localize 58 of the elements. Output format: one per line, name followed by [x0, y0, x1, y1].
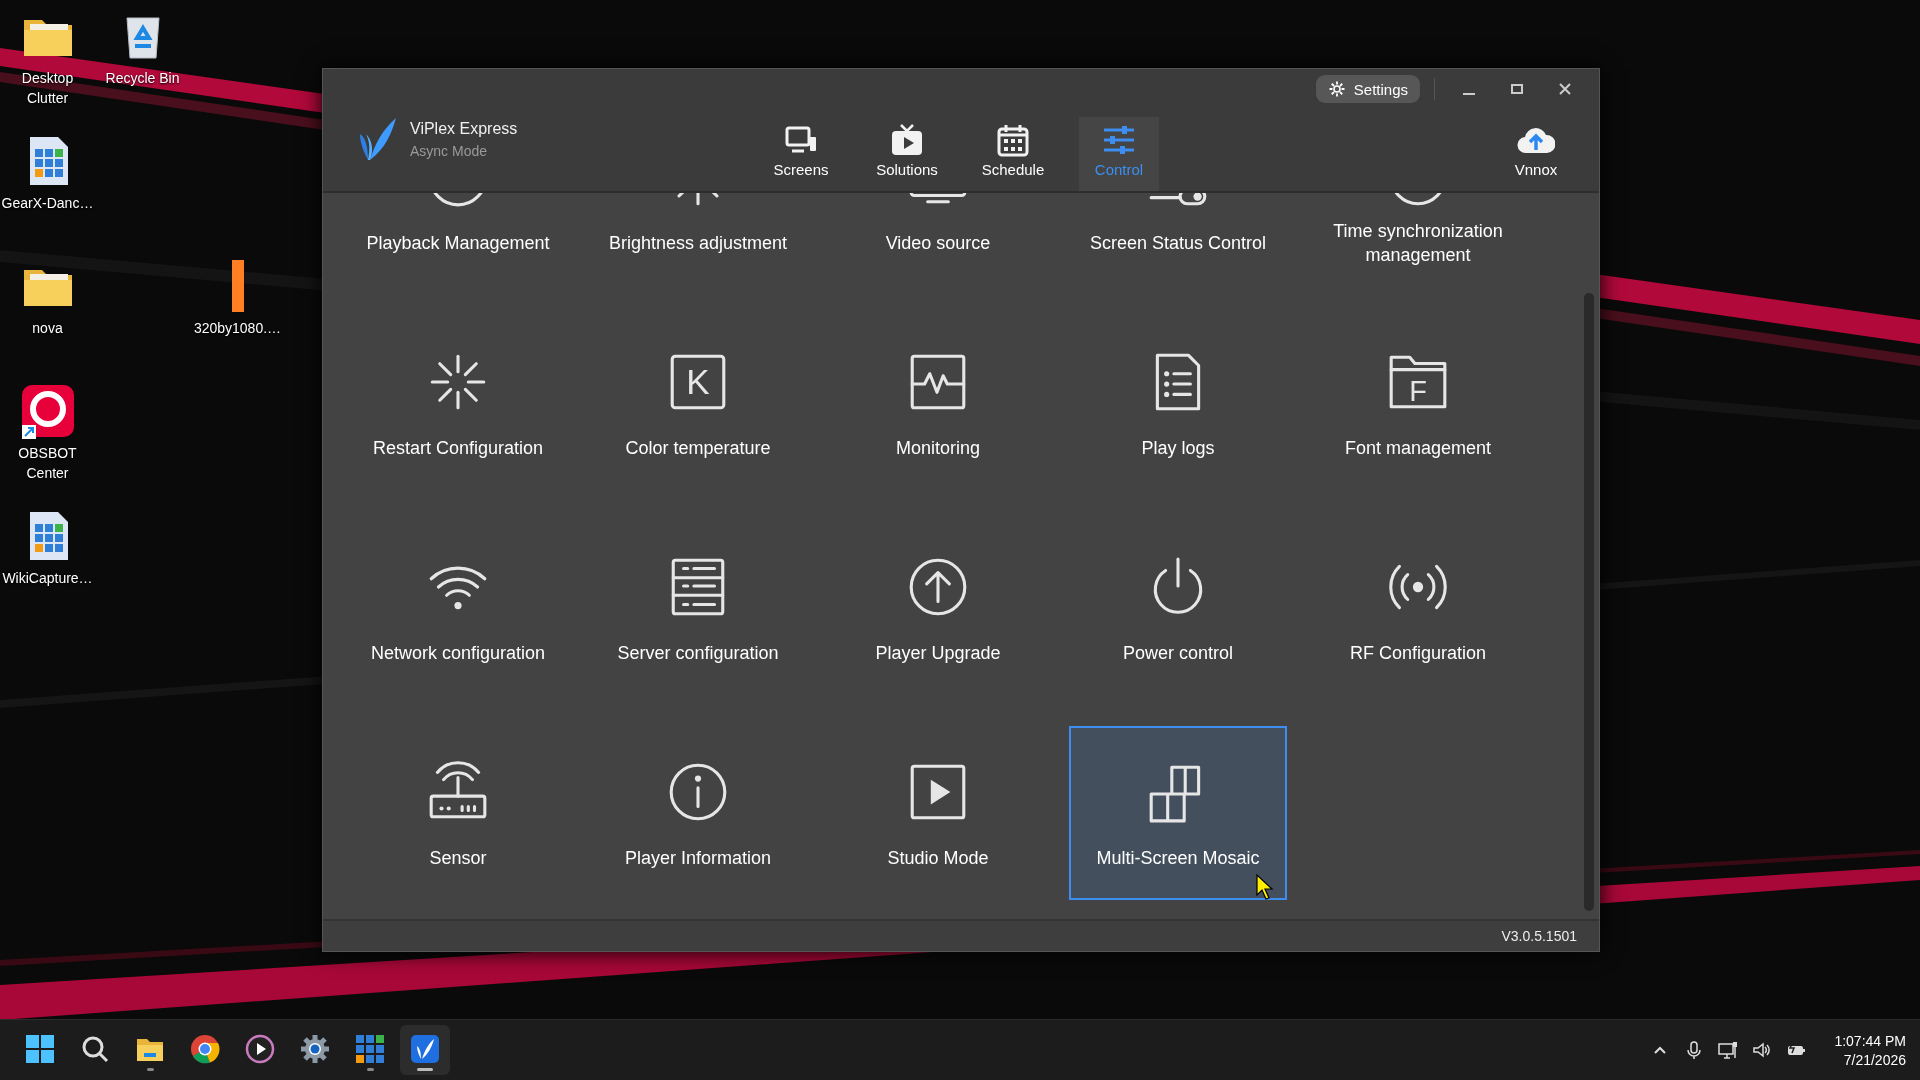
app-mode-label: Async Mode [410, 142, 489, 159]
gear-icon [1327, 80, 1346, 98]
control-tile[interactable]: Monitoring [829, 316, 1047, 490]
play-circle-icon [245, 1034, 275, 1064]
speaker-icon[interactable] [1752, 1040, 1773, 1060]
control-tile[interactable]: RF Configuration [1309, 521, 1527, 695]
settings-button[interactable]: Settings [1315, 75, 1420, 103]
control-tile[interactable]: Multi-Screen Mosaic [1069, 726, 1287, 900]
control-tile[interactable]: Network configuration [349, 521, 567, 695]
icon-letter: F [1409, 374, 1427, 407]
desktop-icon-label[interactable]: Desktop Clutter [1, 68, 94, 108]
desktop-icon-label[interactable]: WikiCapture… [1, 568, 94, 588]
control-tile[interactable]: Brightness adjustment [589, 193, 807, 285]
close-icon [1559, 83, 1571, 95]
search-icon [80, 1034, 110, 1064]
sliders-icon [1102, 123, 1136, 157]
windows-icon [25, 1034, 55, 1064]
desktop-icon-label[interactable]: OBSBOT Center [1, 443, 94, 483]
control-tile[interactable]: F Font management [1309, 316, 1527, 490]
gear-icon [300, 1034, 330, 1064]
control-tile[interactable]: Sensor [349, 726, 567, 900]
maximize-icon [1511, 84, 1523, 94]
control-tile[interactable]: Server configuration [589, 521, 807, 695]
taskbar-button[interactable] [400, 1025, 450, 1075]
desktop-icon-label[interactable]: GearX-Danc… [1, 193, 94, 213]
nav-tab[interactable]: Schedule [973, 117, 1053, 191]
clock-time[interactable]: 1:07:44 PM [1834, 1032, 1906, 1049]
clock-date[interactable]: 7/21/2026 [1843, 1051, 1906, 1068]
control-tile[interactable]: Video source [829, 193, 1047, 285]
control-tile[interactable]: Player Upgrade [829, 521, 1047, 695]
calendar-icon [996, 123, 1030, 157]
control-tile[interactable]: Time synchronization management [1309, 193, 1527, 285]
minimize-icon [1463, 93, 1475, 95]
tv-play-icon [890, 123, 924, 157]
network-icon[interactable] [1718, 1040, 1739, 1060]
app-shortcut-icon[interactable] [19, 383, 76, 439]
icon-letter: K [686, 362, 710, 402]
nav-tab[interactable]: Screens [761, 117, 841, 191]
mouse-pointer-icon [1256, 874, 1274, 900]
nav-tab[interactable]: Solutions [867, 117, 947, 191]
grid-app-icon [355, 1034, 385, 1064]
desktop-icon-label[interactable]: 320by1080.… [191, 318, 284, 338]
browser-icon [190, 1034, 220, 1064]
control-tile[interactable]: Play logs [1069, 316, 1287, 490]
control-tile[interactable]: Restart Configuration [349, 316, 567, 490]
sail-app-icon [410, 1034, 440, 1064]
control-tile[interactable]: Studio Mode [829, 726, 1047, 900]
control-tile[interactable]: Screen Status Control [1069, 193, 1287, 285]
control-tile[interactable]: K Color temperature [589, 316, 807, 490]
control-tile[interactable]: Player Information [589, 726, 807, 900]
desktop-icon-label[interactable]: nova [1, 318, 94, 338]
version-label: V3.0.5.1501 [1501, 928, 1577, 944]
control-tile[interactable]: Power control [1069, 521, 1287, 695]
app-title: ViPlex Express [410, 119, 518, 138]
vnnox-button[interactable]: Vnnox [1501, 117, 1571, 191]
desktop-icon-label[interactable]: Recycle Bin [96, 68, 189, 88]
scrollbar[interactable] [1584, 293, 1594, 911]
control-tile[interactable]: Playback Management [349, 193, 567, 285]
